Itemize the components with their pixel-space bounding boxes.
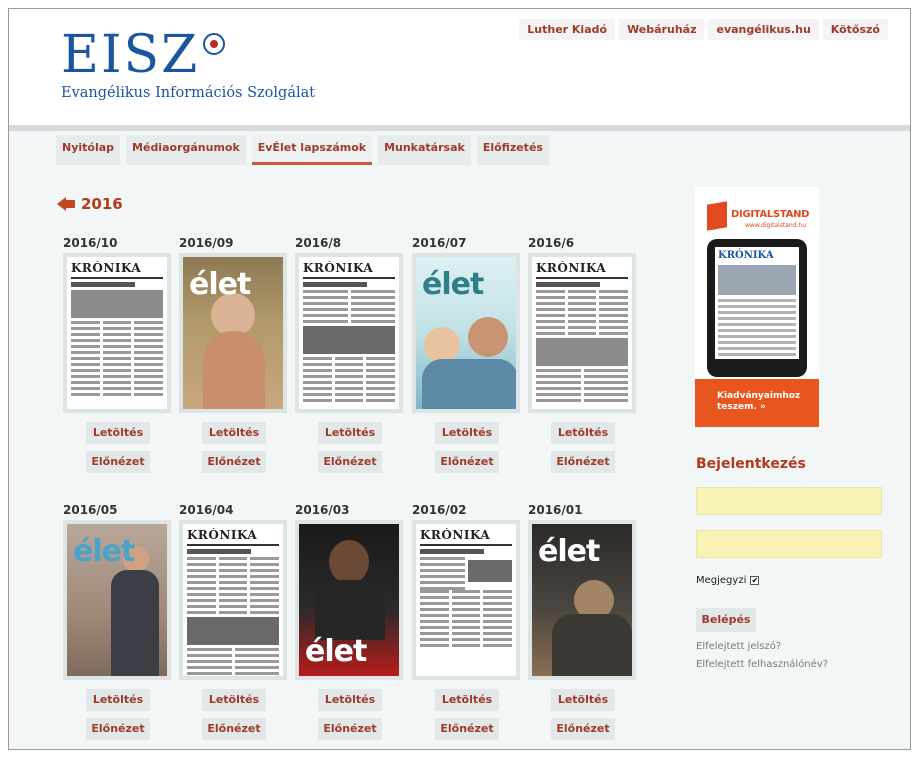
issue-cover[interactable]: élet — [63, 520, 171, 680]
issue-cover[interactable]: élet — [412, 253, 520, 413]
cover-masthead: élet — [189, 267, 251, 302]
logo-subtitle: Evangélikus Információs Szolgálat — [61, 85, 316, 101]
preview-button[interactable]: Előnézet — [318, 451, 382, 473]
tablet-masthead: KRÓNIKA — [718, 250, 774, 261]
top-link-webaruhaz[interactable]: Webáruház — [619, 19, 705, 40]
download-button[interactable]: Letöltés — [202, 689, 266, 711]
preview-button[interactable]: Előnézet — [435, 718, 499, 740]
issue-cover[interactable]: KRÓNIKA — [528, 253, 636, 413]
issue-card: 2016/02 KRÓNIKA Letöltés Előnézet — [412, 502, 522, 740]
ad-cta[interactable]: Kiadványaimhoz teszem. » — [695, 379, 819, 427]
username-field[interactable] — [696, 487, 882, 515]
cover-masthead: KRÓNIKA — [536, 261, 607, 275]
issue-cover[interactable]: élet — [179, 253, 287, 413]
top-link-kotoszo[interactable]: Kötőszó — [822, 19, 888, 40]
site-logo[interactable]: EISZ Evangélikus Információs Szolgálat — [61, 27, 315, 101]
digitalstand-logo-icon — [707, 201, 727, 231]
issue-title: 2016/6 — [528, 236, 575, 250]
issue-card: 2016/8 KRÓNIKA Letöltés Előnézet — [295, 235, 405, 473]
main-nav: Nyitólap Médiaorgánumok EvÉlet lapszámok… — [56, 135, 549, 165]
issue-title: 2016/10 — [63, 236, 118, 250]
issue-cover[interactable]: élet — [295, 520, 403, 680]
issue-cover[interactable]: KRÓNIKA — [412, 520, 520, 680]
arrow-left-icon[interactable] — [57, 197, 75, 211]
preview-button[interactable]: Előnézet — [551, 718, 615, 740]
logo-text: EISZ — [61, 25, 200, 85]
issue-cover[interactable]: KRÓNIKA — [295, 253, 403, 413]
download-button[interactable]: Letöltés — [86, 422, 150, 444]
cover-masthead: élet — [305, 634, 367, 669]
tab-munkatarsak[interactable]: Munkatársak — [378, 135, 471, 165]
year-heading: 2016 — [57, 195, 123, 213]
tablet-icon: KRÓNIKA — [707, 239, 807, 377]
top-link-luther-kiado[interactable]: Luther Kiadó — [519, 19, 616, 40]
tab-elofizetes[interactable]: Előfizetés — [476, 135, 549, 165]
cover-masthead: KRÓNIKA — [71, 261, 142, 275]
issue-title: 2016/02 — [412, 503, 467, 517]
issue-card: 2016/03 élet Letöltés Előnézet — [295, 502, 405, 740]
remember-checkbox[interactable]: ✔ — [750, 576, 760, 585]
year-label: 2016 — [81, 195, 123, 213]
issue-title: 2016/04 — [179, 503, 234, 517]
tab-mediaorganumok[interactable]: Médiaorgánumok — [126, 135, 246, 165]
download-button[interactable]: Letöltés — [318, 689, 382, 711]
tab-evelet-lapszamok[interactable]: EvÉlet lapszámok — [251, 135, 373, 165]
issue-cover[interactable]: KRÓNIKA — [63, 253, 171, 413]
issue-card: 2016/09 élet Letöltés Előnézet — [179, 235, 289, 473]
remember-me: Megjegyzi ✔ — [696, 575, 760, 586]
top-link-evangelikus[interactable]: evangélikus.hu — [708, 19, 819, 40]
issue-card: 2016/04 KRÓNIKA Letöltés Előnézet — [179, 502, 289, 740]
preview-button[interactable]: Előnézet — [318, 718, 382, 740]
preview-button[interactable]: Előnézet — [86, 718, 150, 740]
download-button[interactable]: Letöltés — [551, 422, 615, 444]
luther-rose-icon — [203, 33, 226, 55]
issue-title: 2016/01 — [528, 503, 583, 517]
cover-masthead: élet — [422, 267, 484, 302]
preview-button[interactable]: Előnézet — [202, 718, 266, 740]
issue-cover[interactable]: KRÓNIKA — [179, 520, 287, 680]
cover-masthead: élet — [73, 534, 135, 569]
issue-title: 2016/05 — [63, 503, 118, 517]
issue-title: 2016/8 — [295, 236, 342, 250]
header-divider — [9, 125, 910, 131]
page-frame: EISZ Evangélikus Információs Szolgálat L… — [8, 8, 911, 750]
issue-title: 2016/07 — [412, 236, 467, 250]
issue-card: 2016/10 KRÓNIKA Letöltés Előnézet — [63, 235, 173, 473]
download-button[interactable]: Letöltés — [435, 422, 499, 444]
cover-masthead: élet — [538, 534, 600, 569]
download-button[interactable]: Letöltés — [551, 689, 615, 711]
download-button[interactable]: Letöltés — [202, 422, 266, 444]
download-button[interactable]: Letöltés — [435, 689, 499, 711]
preview-button[interactable]: Előnézet — [435, 451, 499, 473]
download-button[interactable]: Letöltés — [318, 422, 382, 444]
preview-button[interactable]: Előnézet — [551, 451, 615, 473]
tab-nyitolap[interactable]: Nyitólap — [56, 135, 121, 165]
issue-card: 2016/05 élet Letöltés Előnézet — [63, 502, 173, 740]
issue-card: 2016/6 KRÓNIKA Letöltés Előnézet — [528, 235, 638, 473]
digitalstand-banner[interactable]: DIGITALSTAND www.digitalstand.hu KRÓNIKA… — [695, 187, 819, 427]
forgot-username-link[interactable]: Elfelejtett felhasználónév? — [696, 659, 828, 670]
cover-masthead: KRÓNIKA — [420, 528, 491, 542]
login-button[interactable]: Belépés — [696, 608, 756, 632]
issue-title: 2016/03 — [295, 503, 350, 517]
logo-wordmark: EISZ — [61, 27, 315, 83]
issue-cover[interactable]: élet — [528, 520, 636, 680]
cover-masthead: KRÓNIKA — [303, 261, 374, 275]
forgot-password-link[interactable]: Elfelejtett jelszó? — [696, 641, 781, 652]
remember-label: Megjegyzi — [696, 575, 747, 586]
issue-title: 2016/09 — [179, 236, 234, 250]
password-field[interactable] — [696, 530, 882, 558]
ad-url: www.digitalstand.hu — [745, 222, 807, 229]
preview-button[interactable]: Előnézet — [202, 451, 266, 473]
download-button[interactable]: Letöltés — [86, 689, 150, 711]
header: EISZ Evangélikus Információs Szolgálat L… — [9, 9, 910, 127]
top-links: Luther Kiadó Webáruház evangélikus.hu Kö… — [519, 19, 888, 40]
login-title: Bejelentkezés — [696, 456, 806, 472]
issue-card: 2016/07 élet Letöltés Előnézet — [412, 235, 522, 473]
preview-button[interactable]: Előnézet — [86, 451, 150, 473]
issue-card: 2016/01 élet Letöltés Előnézet — [528, 502, 638, 740]
cover-masthead: KRÓNIKA — [187, 528, 258, 542]
ad-brand: DIGITALSTAND — [731, 209, 810, 220]
